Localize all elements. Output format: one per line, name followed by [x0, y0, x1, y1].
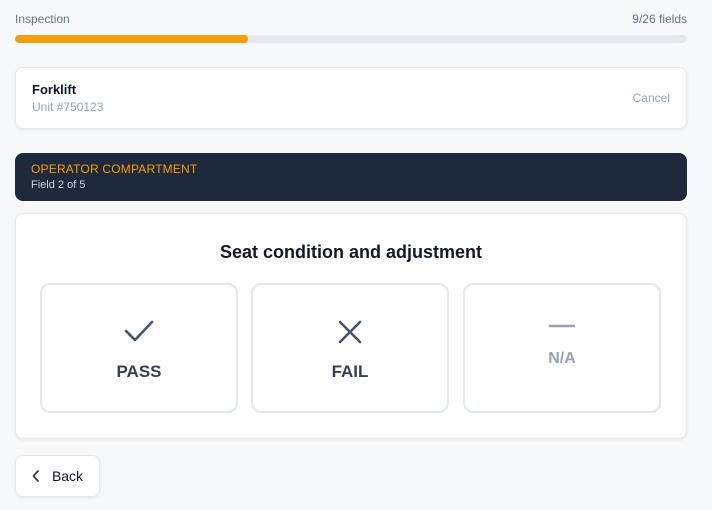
pass-option-button[interactable]: PASS [40, 283, 238, 413]
x-icon [338, 320, 362, 344]
equipment-unit: Unit #750123 [32, 100, 104, 114]
progress-bar [15, 35, 687, 43]
section-banner: OPERATOR COMPARTMENT Field 2 of 5 [15, 153, 687, 201]
na-option-button[interactable]: N/A [463, 283, 661, 413]
back-button-label: Back [51, 468, 84, 484]
equipment-info: Forklift Unit #750123 [32, 82, 103, 114]
section-title: OPERATOR COMPARTMENT [31, 162, 198, 176]
cancel-button[interactable]: Cancel [633, 91, 670, 105]
dash-icon [548, 324, 576, 328]
progress-header: Inspection 9/26 fields [15, 12, 687, 26]
section-progress: Field 2 of 5 [31, 179, 86, 191]
back-button[interactable]: Back [15, 455, 100, 497]
progress-bar-fill [15, 35, 248, 43]
fail-option-label: FAIL [331, 362, 369, 381]
progress-label: Inspection [15, 12, 70, 26]
progress-count: 9/26 fields [632, 12, 687, 26]
check-icon [124, 320, 154, 342]
question-card: Seat condition and adjustment PASS FAIL … [15, 213, 687, 439]
equipment-card: Forklift Unit #750123 Cancel [15, 67, 687, 129]
question-text: Seat condition and adjustment [219, 242, 483, 262]
chevron-left-icon [32, 470, 39, 482]
fail-option-button[interactable]: FAIL [251, 283, 449, 413]
pass-option-label: PASS [116, 362, 162, 381]
equipment-name: Forklift [32, 82, 77, 97]
na-option-label: N/A [548, 350, 576, 367]
